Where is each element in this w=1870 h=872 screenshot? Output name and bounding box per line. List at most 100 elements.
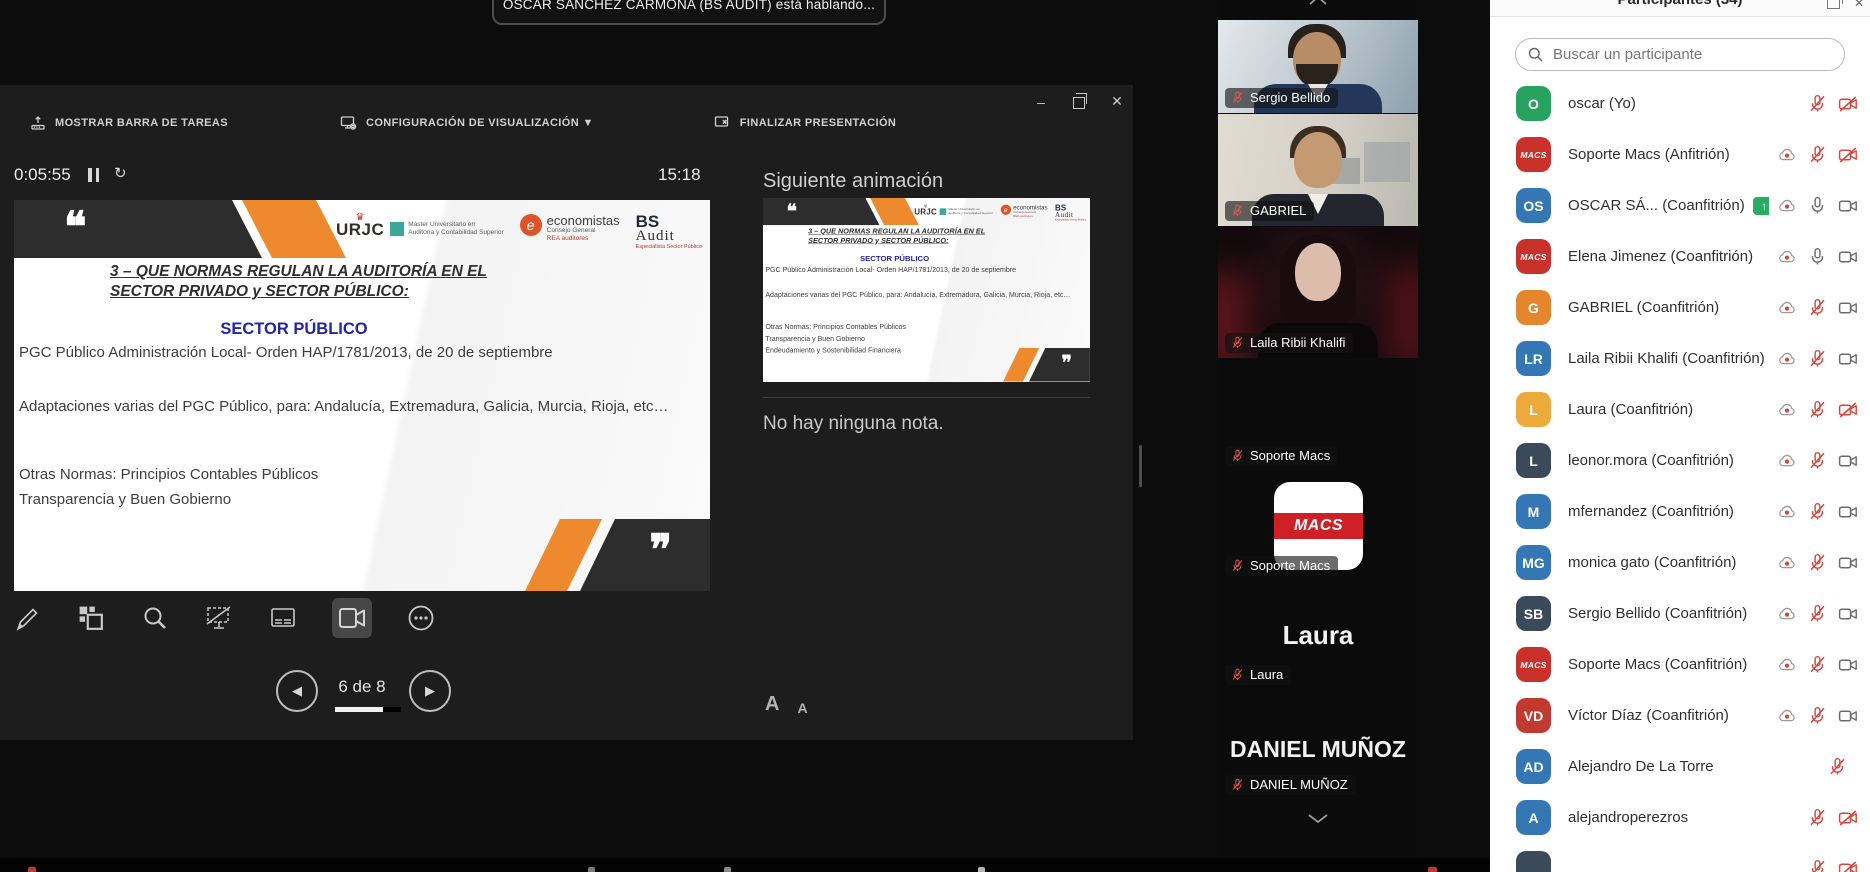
participant-search-box[interactable] <box>1515 38 1845 71</box>
mic-status-icon[interactable] <box>1808 604 1827 623</box>
mic-muted-icon <box>1231 204 1244 217</box>
camera-toggle-button[interactable] <box>332 598 372 638</box>
camera-status-icon[interactable] <box>1838 400 1858 420</box>
mic-status-icon[interactable] <box>1808 553 1827 572</box>
search-input[interactable] <box>1551 45 1832 64</box>
decrease-font-button[interactable]: A <box>797 700 807 716</box>
camera-status-icon[interactable] <box>1838 247 1858 267</box>
recording-cloud-icon <box>1777 553 1797 573</box>
mic-status-icon[interactable] <box>1808 808 1827 827</box>
participant-row[interactable]: LR Laila Ribii Khalifi (Coanfitrión) ↑ <box>1490 333 1870 384</box>
participant-name: mfernandez (Coanfitrión) ↑ <box>1568 503 1734 520</box>
mic-status-icon[interactable] <box>1808 451 1827 470</box>
participant-name: Soporte Macs (Coanfitrión) ↑ <box>1568 656 1748 673</box>
camera-status-icon[interactable] <box>1838 553 1858 573</box>
collapse-strip-chevron[interactable] <box>1218 0 1418 6</box>
camera-status-icon[interactable] <box>1838 502 1858 522</box>
camera-status-icon[interactable] <box>1838 298 1858 318</box>
participant-row[interactable]: ↑ <box>1490 843 1870 872</box>
participant-row[interactable]: MACS Soporte Macs (Anfitrión) ↑ <box>1490 129 1870 180</box>
participant-row[interactable]: M mfernandez (Coanfitrión) ↑ <box>1490 486 1870 537</box>
slide-counter: 6 de 8 <box>338 677 386 696</box>
camera-status-icon[interactable] <box>1838 859 1858 872</box>
camera-status-icon[interactable] <box>1838 706 1858 726</box>
subtitles-button[interactable] <box>268 603 298 633</box>
participant-row[interactable]: MACS Soporte Macs (Coanfitrión) ↑ <box>1490 639 1870 690</box>
slide-navigation: ◀ 6 de 8 ▶ <box>0 667 720 727</box>
mic-status-icon[interactable] <box>1808 502 1827 521</box>
mic-status-icon[interactable] <box>1808 298 1827 317</box>
mic-status-icon[interactable] <box>1808 859 1827 872</box>
mic-status-icon[interactable] <box>1808 196 1827 215</box>
urjc-caption-icon <box>390 222 405 236</box>
participant-row[interactable]: O oscar (Yo) ↑ <box>1490 78 1870 129</box>
more-options-button[interactable] <box>406 603 436 633</box>
increase-font-button[interactable]: A <box>765 693 779 716</box>
restart-timer-icon[interactable]: ↻ <box>114 164 127 182</box>
ellipsis-icon <box>408 605 434 631</box>
participant-row[interactable]: L Laura (Coanfitrión) ↑ <box>1490 384 1870 435</box>
show-taskbar-button[interactable]: MOSTRAR BARRA DE TAREAS <box>30 115 228 131</box>
mic-status-icon[interactable] <box>1808 400 1827 419</box>
camera-status-icon[interactable] <box>1838 94 1858 114</box>
pane-splitter-handle[interactable] <box>1139 445 1142 487</box>
mic-status-icon[interactable] <box>1808 349 1827 368</box>
video-tile-sergio[interactable]: Sergio Bellido <box>1218 20 1418 113</box>
black-screen-button[interactable] <box>204 603 234 633</box>
mic-status-icon[interactable] <box>1808 655 1827 674</box>
camera-status-icon[interactable] <box>1838 451 1858 471</box>
participant-name: leonor.mora (Coanfitrión) ↑ <box>1568 452 1734 469</box>
pen-tool-button[interactable] <box>12 603 42 633</box>
video-tile-gabriel[interactable]: GABRIEL <box>1218 114 1418 226</box>
camera-status-icon[interactable] <box>1838 655 1858 675</box>
camera-status-icon[interactable] <box>1838 808 1858 828</box>
participant-name: Soporte Macs (Anfitrión) ↑ <box>1568 146 1730 163</box>
next-slide-button[interactable]: ▶ <box>409 670 451 712</box>
taskbar-icon-fragment <box>1428 867 1437 872</box>
participant-row[interactable]: SB Sergio Bellido (Coanfitrión) ↑ <box>1490 588 1870 639</box>
video-tile-laila[interactable]: Laila Ribii Khalifi <box>1218 227 1418 358</box>
mic-status-icon[interactable] <box>1808 94 1827 113</box>
camera-status-icon[interactable] <box>1838 604 1858 624</box>
participant-avatar: LR <box>1516 341 1551 376</box>
notes-divider <box>763 397 1090 398</box>
popout-panel-icon[interactable] <box>1826 0 1843 9</box>
restore-button[interactable] <box>1060 92 1098 109</box>
participant-avatar: SB <box>1516 596 1551 631</box>
expand-strip-chevron[interactable] <box>1218 812 1418 825</box>
participant-row[interactable]: G GABRIEL (Coanfitrión) ↑ <box>1490 282 1870 333</box>
end-presentation-button[interactable]: FINALIZAR PRESENTACIÓN <box>714 115 896 131</box>
recording-cloud-icon <box>1777 451 1797 471</box>
see-all-slides-button[interactable] <box>76 603 106 633</box>
participant-row[interactable]: AD Alejandro De La Torre ↑ <box>1490 741 1870 792</box>
recording-cloud-icon <box>1777 604 1797 624</box>
display-settings-icon <box>340 116 357 130</box>
camera-status-icon[interactable] <box>1838 145 1858 165</box>
video-name-label: Laila Ribii Khalifi <box>1225 333 1354 353</box>
open-quote-glyph: ❝ <box>64 203 87 250</box>
close-panel-icon[interactable]: ✕ <box>1854 0 1864 10</box>
participant-avatar: MACS <box>1516 137 1551 172</box>
next-slide-thumbnail[interactable]: ❝ ♛ URJC Máster Universitario en Auditoría… <box>763 198 1090 382</box>
recording-cloud-icon <box>1777 655 1797 675</box>
previous-slide-button[interactable]: ◀ <box>276 670 318 712</box>
participant-row[interactable]: A alejandroperezros ↑ <box>1490 792 1870 843</box>
presenter-view-window: – ✕ MOSTRAR BARRA DE TAREAS CONFIGURACIÓ… <box>0 85 1133 740</box>
mic-status-icon[interactable] <box>1828 757 1847 776</box>
zoom-slide-button[interactable] <box>140 603 170 633</box>
mic-status-icon[interactable] <box>1808 145 1827 164</box>
camera-status-icon[interactable] <box>1838 349 1858 369</box>
mic-status-icon[interactable] <box>1808 247 1827 266</box>
participant-row[interactable]: MACS Elena Jimenez (Coanfitrión) ↑ <box>1490 231 1870 282</box>
current-slide[interactable]: ❝ ♛ URJC Máster Universitario en Auditorí… <box>14 200 710 591</box>
mic-status-icon[interactable] <box>1808 706 1827 725</box>
display-settings-button[interactable]: CONFIGURACIÓN DE VISUALIZACIÓN ▼ <box>340 115 594 131</box>
participant-row[interactable]: VD Víctor Díaz (Coanfitrión) ↑ <box>1490 690 1870 741</box>
participant-row[interactable]: MG monica gato (Coanfitrión) ↑ <box>1490 537 1870 588</box>
pause-timer-icon[interactable] <box>88 168 100 182</box>
elapsed-time: 0:05:55 <box>14 165 71 184</box>
camera-status-icon[interactable] <box>1838 196 1858 216</box>
participant-row[interactable]: L leonor.mora (Coanfitrión) ↑ <box>1490 435 1870 486</box>
mic-muted-icon <box>1231 91 1244 104</box>
participant-row[interactable]: OS OSCAR SÁ... (Coanfitrión) ↑ <box>1490 180 1870 231</box>
